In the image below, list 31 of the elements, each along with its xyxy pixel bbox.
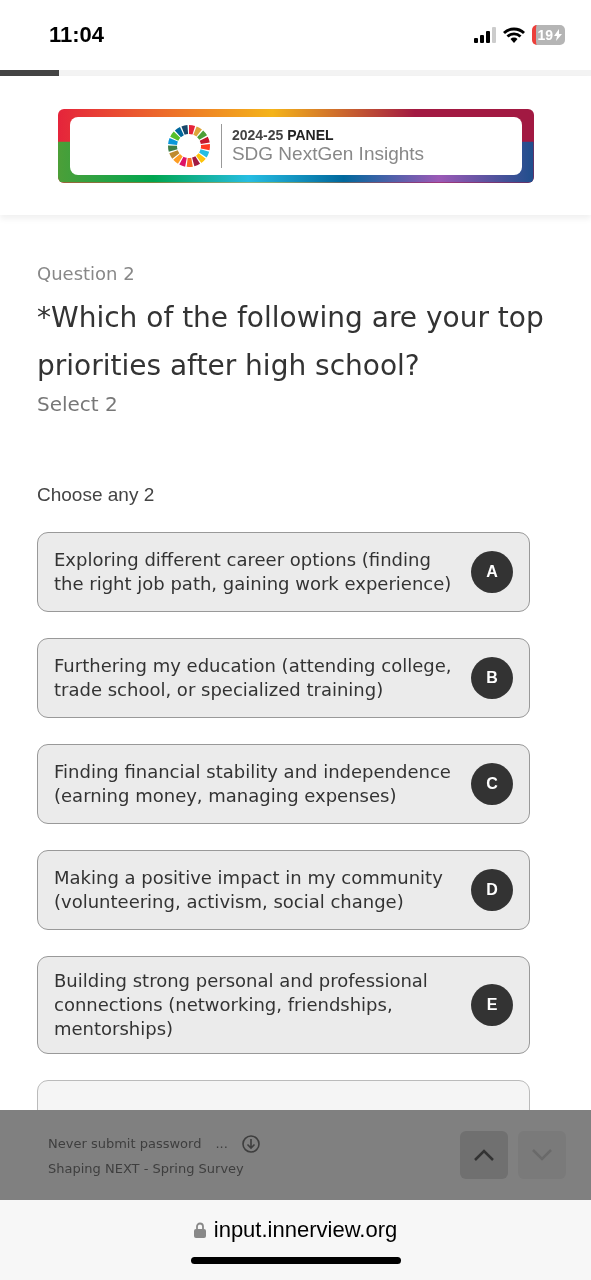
question-title: *Which of the following are your top priorities after high school? bbox=[37, 300, 545, 384]
wheel-logo-icon bbox=[166, 123, 211, 168]
option-card[interactable] bbox=[37, 1080, 530, 1110]
banner-title: SDG NextGen Insights bbox=[231, 142, 425, 165]
bolt-icon bbox=[554, 29, 562, 41]
question-hint: Select 2 bbox=[37, 392, 119, 416]
warning-text: Never submit password bbox=[48, 1136, 202, 1151]
home-indicator[interactable] bbox=[190, 1256, 401, 1264]
wifi-icon bbox=[503, 27, 526, 43]
ellipsis-text: ... bbox=[215, 1136, 228, 1151]
signal-icon bbox=[474, 27, 497, 43]
option-card[interactable]: Finding financial stability and independence (earning money, managing expenses) C bbox=[37, 744, 530, 824]
option-card[interactable]: Exploring different career options (finding the right job path, gaining work experience) A bbox=[37, 532, 530, 612]
option-card[interactable]: Building strong personal and professional connections (networking, friendships, mentorships) E bbox=[37, 956, 530, 1054]
panel-label: 2024-25 PANEL bbox=[231, 126, 335, 143]
lock-icon bbox=[193, 1221, 206, 1238]
option-key: E bbox=[471, 984, 513, 1026]
battery-indicator: 19 bbox=[532, 25, 565, 45]
previous-button[interactable] bbox=[460, 1131, 508, 1179]
option-key: B bbox=[471, 657, 513, 699]
option-card[interactable]: Furthering my education (attending college, trade school, or specialized training) B bbox=[37, 638, 530, 718]
download-icon[interactable] bbox=[241, 1134, 260, 1153]
option-key: A bbox=[471, 551, 513, 593]
option-key: D bbox=[471, 869, 513, 911]
option-key: C bbox=[471, 763, 513, 805]
question-number: Question 2 bbox=[37, 263, 136, 284]
instruction-text: Choose any 2 bbox=[37, 484, 156, 506]
chevron-up-icon bbox=[473, 1148, 495, 1162]
option-card[interactable]: Making a positive impact in my community (volunteering, activism, social change) D bbox=[37, 850, 530, 930]
survey-title: Shaping NEXT - Spring Survey bbox=[48, 1160, 245, 1176]
clock: 11:04 bbox=[49, 22, 105, 48]
